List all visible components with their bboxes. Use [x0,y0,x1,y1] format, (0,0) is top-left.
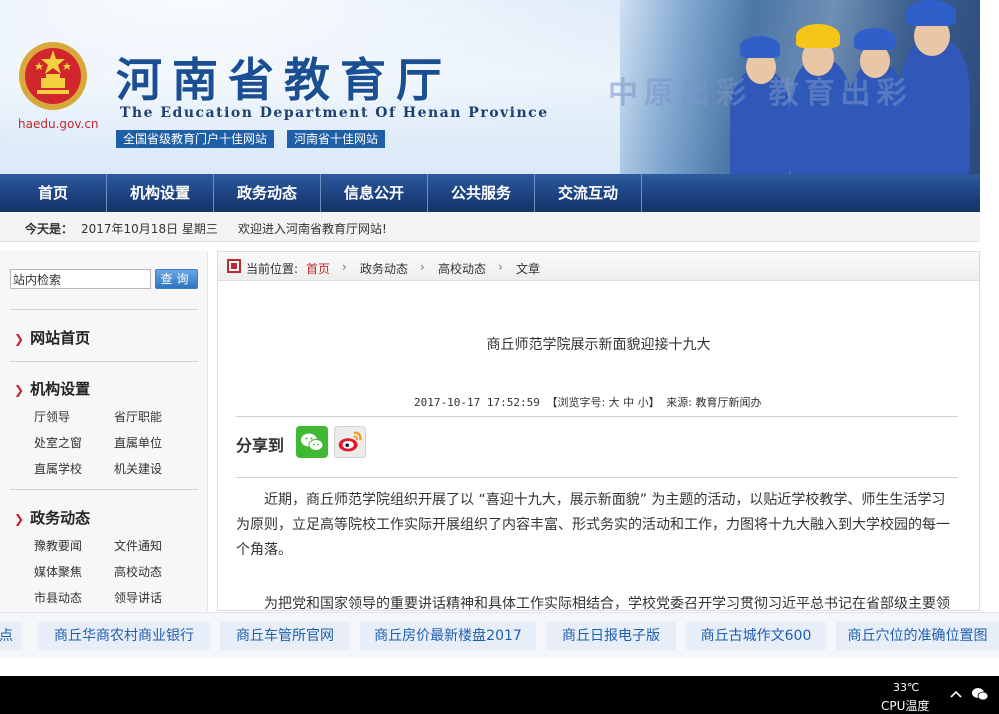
award-badge: 河南省十佳网站 [287,130,386,148]
divider [10,309,198,310]
font-size-controls[interactable]: 【浏览字号: 大 中 小】 [546,396,659,409]
breadcrumb-university-news[interactable]: 高校动态 [438,260,486,277]
sidebar-link[interactable]: 领导讲话 [114,589,162,606]
site-title-en: The Education Department Of Henan Provin… [120,105,549,121]
nav-government-news[interactable]: 政务动态 [214,174,321,212]
sidebar-section-label: 机构设置 [30,380,91,398]
nav-information-disclosure[interactable]: 信息公开 [321,174,428,212]
nav-organization[interactable]: 机构设置 [107,174,214,212]
ad-link-bar: 点 商丘华商农村商业银行 商丘车管所官网 商丘房价最新楼盘2017 商丘日报电子… [0,612,999,658]
breadcrumb-article: 文章 [516,262,541,276]
cpu-temperature: 33℃ [893,681,920,694]
breadcrumb-news[interactable]: 政务动态 [360,260,408,277]
article-meta: 2017-10-17 17:52:59 【浏览字号: 大 中 小】 来源: 教育… [414,394,762,410]
sidebar-link[interactable]: 直属单位 [114,434,162,451]
ad-link[interactable]: 商丘车管所官网 [220,622,350,650]
os-taskbar: 33℃ CPU温度 [0,676,999,714]
photo-figure [740,36,780,58]
breadcrumb-separator-icon: › [342,260,347,274]
divider [236,416,958,417]
date-bar: 今天是： 2017年10月18日 星期三 欢迎进入河南省教育厅网站! [0,212,980,242]
share-label: 分享到 [236,436,285,455]
sidebar-link[interactable]: 市县动态 [34,589,82,606]
sidebar-link[interactable]: 文件通知 [114,537,162,554]
sidebar-section-organization[interactable]: ❯ 机构设置 [14,378,90,399]
sidebar-section-label: 政务动态 [30,509,91,527]
search-button[interactable]: 查询 [155,269,198,289]
sidebar-link[interactable]: 省厅职能 [114,408,162,425]
ad-link[interactable]: 商丘房价最新楼盘2017 [360,622,536,650]
main-nav: 首页 机构设置 政务动态 信息公开 公共服务 交流互动 [0,174,980,212]
wechat-share-icon[interactable] [296,426,328,458]
photo-figure [796,24,840,48]
chevron-up-icon[interactable] [948,686,964,702]
sidebar-section-news[interactable]: ❯ 政务动态 [14,507,90,528]
nav-public-service[interactable]: 公共服务 [428,174,535,212]
divider [10,489,198,490]
site-search-input[interactable] [10,269,151,289]
banner-slogan: 中原出彩 教育出彩 [608,76,913,111]
weibo-share-icon[interactable] [334,426,366,458]
welcome-text: 欢迎进入河南省教育厅网站! [238,222,387,236]
article-paragraph: 为把党和国家领导的重要讲话精神和具体工作实际相结合，学校党委召开学习贯彻习近平总… [264,596,950,611]
article-datetime: 2017-10-17 17:52:59 [414,396,540,409]
sidebar-link[interactable]: 厅领导 [34,408,70,425]
sidebar-item-label: 网站首页 [30,329,91,347]
article-paragraph: 近期，商丘师范学院组织开展了以 “喜迎十九大，展示新面貌” 为主题的活动，以贴近… [236,492,950,558]
site-title[interactable]: 河南省教育厅 [116,44,452,110]
sidebar-link[interactable]: 高校动态 [114,563,162,580]
article-panel: 当前位置: 首页 › 政务动态 › 高校动态 › 文章 商丘师范学院展示新面貌迎… [217,251,980,611]
sidebar-link[interactable]: 机关建设 [114,460,162,477]
breadcrumb-home[interactable]: 首页 [306,260,330,277]
sidebar-item-home[interactable]: ❯ 网站首页 [14,327,90,348]
sidebar-link[interactable]: 媒体聚焦 [34,563,82,580]
award-badge: 全国省级教育门户十佳网站 [116,130,275,148]
photo-figure [854,28,896,50]
cpu-temperature-label: CPU温度 [881,699,930,713]
chevron-right-icon: ❯ [14,332,25,346]
breadcrumb: 当前位置: 首页 › 政务动态 › 高校动态 › 文章 [218,252,979,281]
chevron-right-icon: ❯ [14,383,25,397]
ad-link[interactable]: 商丘穴位的准确位置图 [836,622,999,650]
article-source: 来源: 教育厅新闻办 [666,396,762,409]
ad-link[interactable]: 商丘华商农村商业银行 [38,622,210,650]
divider [236,477,958,478]
sidebar: 查询 ❯ 网站首页 ❯ 机构设置 厅领导 省厅职能 处室之窗 直属单位 直属学校 机… [0,251,208,611]
article-title: 商丘师范学院展示新面貌迎接十九大 [486,337,711,353]
breadcrumb-separator-icon: › [498,260,503,274]
nav-home[interactable]: 首页 [0,174,107,212]
chevron-right-icon: ❯ [14,512,25,526]
sidebar-link[interactable]: 豫教要闻 [34,537,82,554]
national-emblem-icon[interactable] [17,40,89,112]
sidebar-link[interactable]: 直属学校 [34,460,82,477]
ad-link[interactable]: 商丘日报电子版 [546,622,676,650]
photo-figure [906,0,956,26]
site-domain: haedu.gov.cn [18,117,99,131]
location-icon [227,259,241,273]
wechat-tray-icon[interactable] [971,686,989,702]
current-date: 2017年10月18日 星期三 [81,222,218,236]
ad-link[interactable]: 点 [0,622,22,650]
header-banner: haedu.gov.cn 河南省教育厅 The Education Depart… [0,0,980,174]
date-label: 今天是： [25,222,74,236]
breadcrumb-separator-icon: › [420,260,425,274]
divider [10,361,198,362]
nav-interaction[interactable]: 交流互动 [535,174,642,212]
sidebar-link[interactable]: 处室之窗 [34,434,82,451]
ad-link[interactable]: 商丘古城作文600 [686,622,826,650]
breadcrumb-label: 当前位置: [246,262,299,276]
